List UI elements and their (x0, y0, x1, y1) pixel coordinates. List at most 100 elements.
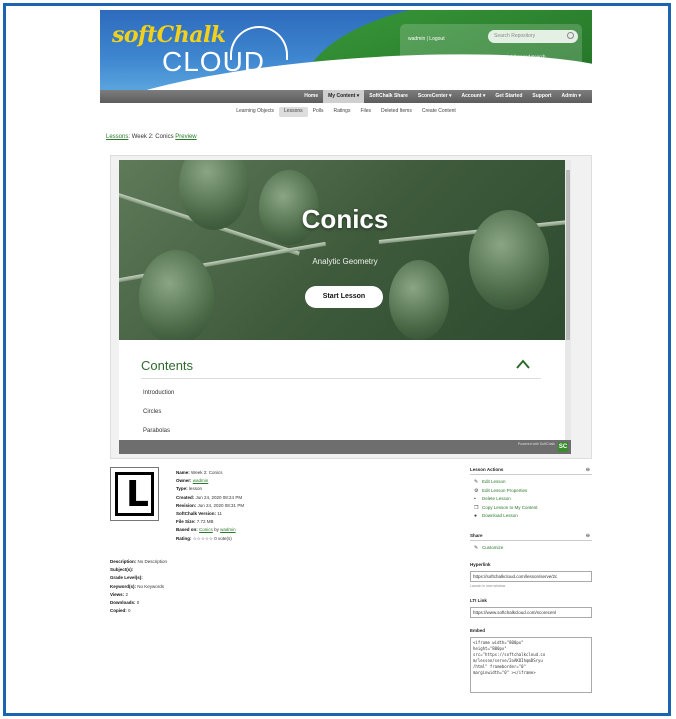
preview-scrollbar[interactable] (565, 160, 571, 440)
page: softChalk CLOUD wadmin | Logout Search R… (100, 10, 592, 713)
copy-icon: ❐ (474, 504, 479, 511)
lesson-icon-box: L (115, 472, 154, 516)
lti-link-field[interactable]: https://www.softchalkcloud.com/scorecenl (470, 606, 592, 618)
edit-lesson-link[interactable]: ✎ Edit Lesson (470, 478, 592, 487)
meta-label: Grade Level(s): (110, 575, 143, 581)
softchalk-cloud-logo[interactable]: softChalk CLOUD (112, 20, 292, 80)
copy-lesson-link[interactable]: ❐ Copy Lesson to My Content (470, 504, 592, 513)
meta-filesize: 7.72 MB (196, 519, 214, 525)
edit-lesson-properties-link[interactable]: ⚙ Edit Lesson Properties (470, 487, 592, 496)
start-lesson-button[interactable]: Start Lesson (305, 286, 383, 308)
meta-copied: 0 (128, 608, 131, 614)
lesson-sidebar: Lesson Actions ⊖ ✎ Edit Lesson ⚙ Edit Less… (470, 467, 592, 693)
rating-votes: 0 vote(s) (214, 535, 232, 541)
subnav-ratings[interactable]: Ratings (328, 107, 355, 117)
meta-label: Subject(s): (110, 567, 134, 573)
contents-item-parabolas[interactable]: Parabolas (143, 428, 170, 434)
meta-label: Based on: (176, 527, 198, 533)
main-nav: Home My Content ▾ SoftChalk Share ScoreC… (100, 90, 592, 103)
hyperlink-field[interactable]: https://softchalkcloud.com/lesson/serve/… (470, 570, 592, 582)
meta-label: SoftChalk Version: (176, 511, 217, 517)
subnav-polls[interactable]: Polls (308, 107, 329, 117)
breadcrumb-lessons-link[interactable]: Lessons (106, 134, 128, 140)
hero-banner: Conics Analytic Geometry Start Lesson (119, 160, 571, 340)
meta-owner-link[interactable]: wadmin (193, 478, 209, 483)
lesson-actions-title: Lesson Actions (470, 467, 504, 472)
pencil-icon: ✎ (474, 544, 479, 551)
trash-icon: ▪ (474, 496, 476, 503)
subnav-create-content[interactable]: Create Content (417, 107, 461, 117)
meta-keywords: No Keywords (137, 583, 165, 589)
meta-label: Type: (176, 486, 188, 492)
gear-icon: ⚙ (474, 487, 479, 494)
subnav-lessons[interactable]: Lessons (279, 107, 308, 117)
subnav-learning-objects[interactable]: Learning Objects (231, 107, 279, 117)
subnav-files[interactable]: Files (355, 107, 376, 117)
download-icon: ● (474, 513, 478, 520)
meta-label: Keyword(s): (110, 583, 137, 589)
chevron-up-icon[interactable] (515, 356, 531, 372)
nav-softchalk-share[interactable]: SoftChalk Share (364, 90, 413, 103)
user-box: wadmin | Logout Search Repository Advanc… (400, 24, 582, 66)
collapse-toggle-icon[interactable]: ⊖ (586, 533, 590, 539)
pencil-icon: ✎ (474, 479, 479, 485)
breadcrumb-separator: : (128, 134, 131, 140)
contents-item-circles[interactable]: Circles (143, 409, 161, 415)
lesson-title: Conics (301, 204, 389, 234)
customize-link[interactable]: ✎ Customize (470, 544, 592, 553)
share-label: Customize (482, 544, 504, 550)
action-label: Copy Lesson to My Content (482, 504, 538, 510)
rating-stars[interactable]: ☆☆☆☆☆ (193, 536, 213, 541)
meta-label: Copied: (110, 608, 127, 614)
download-lesson-link[interactable]: ● Download Lesson (470, 512, 592, 521)
meta-created: Jun 24, 2020 08:24 PM (195, 494, 243, 500)
hyperlink-label: Hyperlink (470, 561, 491, 567)
meta-label: File Size: (176, 519, 196, 525)
delete-lesson-link[interactable]: ▪ Delete Lesson (470, 495, 592, 504)
meta-version: 11 (217, 511, 222, 517)
meta-label: Owner: (176, 478, 192, 484)
collapse-toggle-icon[interactable]: ⊖ (586, 467, 590, 473)
meta-downloads: 0 (136, 600, 140, 606)
scrollbar-thumb[interactable] (566, 170, 570, 340)
nav-account[interactable]: Account ▾ (457, 90, 491, 103)
contents-item-introduction[interactable]: Introduction (143, 390, 174, 396)
advanced-search-link[interactable]: Advanced Search (510, 54, 546, 59)
lesson-metadata: Name: Week 2: Conics Owner: wadmin Type:… (176, 469, 244, 543)
meta-name: Week 2: Conics (191, 470, 223, 475)
nav-home[interactable]: Home (299, 90, 323, 103)
site-header: softChalk CLOUD wadmin | Logout Search R… (100, 10, 592, 90)
search-input[interactable]: Search Repository (488, 30, 578, 43)
contents-heading: Contents (141, 358, 194, 373)
window-frame: softChalk CLOUD wadmin | Logout Search R… (3, 3, 671, 716)
meta-label: Revision: (176, 502, 197, 508)
powered-by-text: Powered with SoftChalk (517, 442, 555, 446)
abacus-bead (389, 260, 449, 340)
sub-nav: Learning Objects Lessons Polls Ratings F… (100, 107, 592, 117)
nav-my-content[interactable]: My Content ▾ (323, 90, 365, 103)
lesson-letter: L (126, 474, 149, 515)
meta-based-owner-link[interactable]: wadmin (220, 527, 236, 532)
lesson-metadata-extra: Description: No Description Subject(s): … (110, 558, 167, 615)
breadcrumb-lesson-name: Week 2: Conics (131, 134, 174, 140)
embed-code-textarea[interactable]: <iframe width="800px" height="800px" src… (470, 636, 592, 693)
lesson-preview[interactable]: Conics Analytic Geometry Start Lesson Co… (119, 160, 571, 454)
softchalk-badge: SC (558, 442, 568, 452)
meta-label: Rating: (176, 535, 192, 541)
user-links[interactable]: wadmin | Logout (408, 36, 445, 42)
nav-scorecenter[interactable]: ScoreCenter ▾ (413, 90, 457, 103)
action-label: Edit Lesson Properties (482, 487, 528, 493)
breadcrumb-preview-link[interactable]: Preview (175, 134, 196, 140)
nav-admin[interactable]: Admin ▾ (557, 90, 586, 103)
share-header: Share ⊖ (470, 533, 592, 541)
embed-label: Embed (470, 627, 486, 633)
meta-revision: Jun 24, 2020 08:31 PM (197, 502, 245, 508)
launch-new-window-link[interactable]: Launch in new window (470, 584, 592, 588)
lesson-type-icon: L (110, 467, 159, 521)
nav-get-started[interactable]: Get Started (490, 90, 527, 103)
meta-based-on-link[interactable]: Conics (199, 527, 213, 532)
search-icon[interactable] (567, 32, 574, 39)
contents-divider (141, 378, 541, 379)
subnav-deleted-items[interactable]: Deleted Items (376, 107, 417, 117)
nav-support[interactable]: Support (527, 90, 556, 103)
